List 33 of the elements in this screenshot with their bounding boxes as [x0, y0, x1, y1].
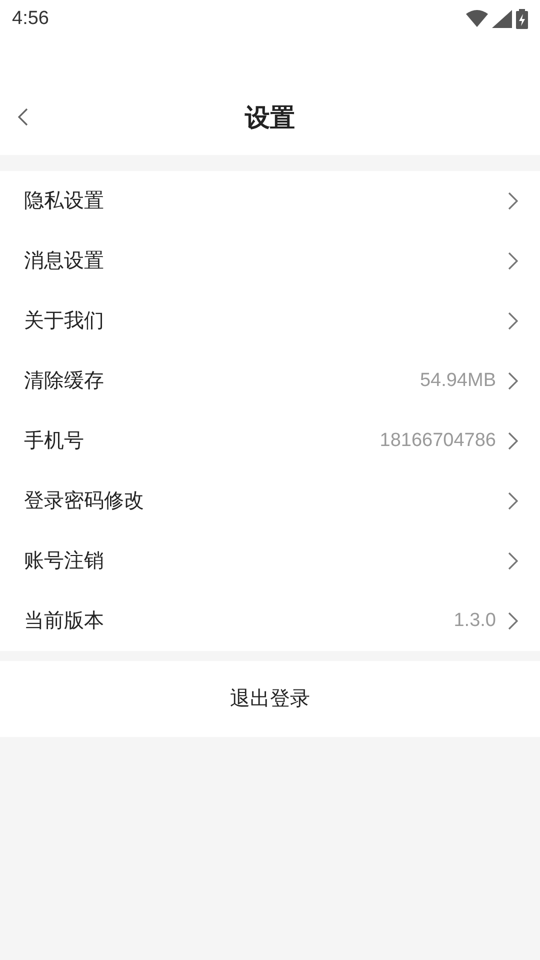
- row-value: 1.3.0: [454, 608, 496, 633]
- row-label: 隐私设置: [24, 189, 105, 214]
- signal-icon: [492, 10, 512, 28]
- row-label: 当前版本: [24, 609, 105, 634]
- row-label: 账号注销: [24, 549, 105, 574]
- settings-row[interactable]: 手机号 18166704786: [0, 411, 540, 471]
- wifi-icon: [466, 10, 488, 28]
- settings-row[interactable]: 账号注销: [0, 531, 540, 591]
- chevron-icon: [508, 552, 518, 570]
- settings-row[interactable]: 登录密码修改: [0, 471, 540, 531]
- chevron-icon: [508, 252, 518, 270]
- settings-row[interactable]: 隐私设置: [0, 171, 540, 231]
- chevron-icon: [508, 492, 518, 510]
- chevron-icon: [508, 372, 518, 390]
- row-label: 关于我们: [24, 309, 105, 334]
- settings-row[interactable]: 消息设置: [0, 231, 540, 291]
- row-label: 清除缓存: [24, 369, 105, 394]
- logout-button[interactable]: 退出登录: [0, 661, 540, 737]
- row-label: 消息设置: [24, 249, 105, 274]
- status-time: 4:56: [12, 6, 49, 31]
- chevron-icon: [508, 312, 518, 330]
- settings-row[interactable]: 当前版本 1.3.0: [0, 591, 540, 651]
- row-label: 登录密码修改: [24, 489, 145, 514]
- row-label: 手机号: [24, 429, 85, 454]
- battery-icon: [516, 9, 528, 29]
- row-value: 54.94MB: [420, 368, 496, 393]
- settings-row[interactable]: 关于我们: [0, 291, 540, 351]
- chevron-icon: [508, 612, 518, 630]
- row-value: 18166704786: [380, 428, 496, 453]
- chevron-icon: [508, 432, 518, 450]
- settings-row[interactable]: 清除缓存 54.94MB: [0, 351, 540, 411]
- chevron-icon: [508, 192, 518, 210]
- page-title: 设置: [245, 102, 295, 134]
